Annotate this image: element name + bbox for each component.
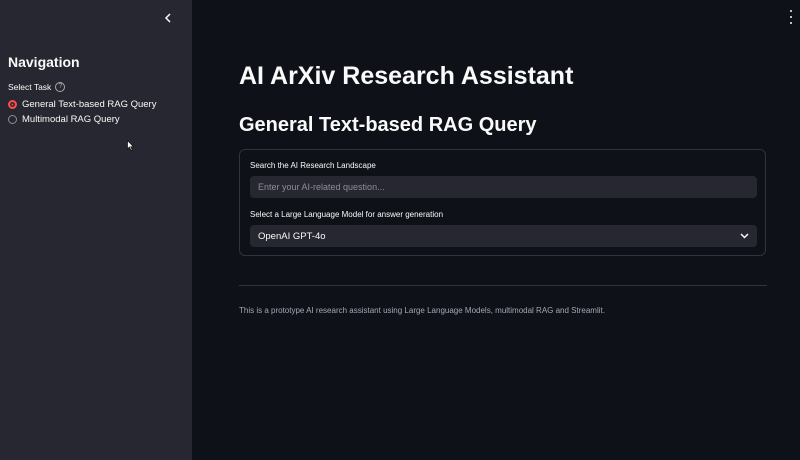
sidebar-title: Navigation [8, 54, 80, 70]
collapse-sidebar-button[interactable] [160, 10, 176, 26]
chevron-left-icon [164, 13, 171, 23]
task-select-label: Select Task ? [8, 82, 66, 92]
divider [239, 285, 767, 286]
model-select-label: Select a Large Language Model for answer… [250, 210, 444, 219]
menu-dot-icon [790, 16, 792, 18]
search-label: Search the AI Research Landscape [250, 161, 376, 170]
radio-label: General Text-based RAG Query [22, 99, 157, 110]
radio-option-text-rag[interactable]: General Text-based RAG Query [8, 99, 156, 110]
mouse-cursor-icon [127, 140, 135, 151]
page-title: AI ArXiv Research Assistant [239, 62, 574, 90]
menu-dot-icon [790, 22, 792, 24]
model-select-dropdown[interactable]: OpenAI GPT-4o [250, 225, 757, 247]
chevron-down-icon [740, 233, 749, 239]
search-input[interactable] [250, 176, 757, 198]
page-subtitle: General Text-based RAG Query [239, 114, 537, 136]
radio-option-multimodal-rag[interactable]: Multimodal RAG Query [8, 114, 120, 125]
footer-text: This is a prototype AI research assistan… [239, 306, 605, 315]
menu-dot-icon [790, 10, 792, 12]
task-label-text: Select Task [8, 82, 52, 92]
radio-unselected-icon[interactable] [8, 115, 17, 124]
query-form: Search the AI Research Landscape Select … [239, 149, 766, 256]
radio-label: Multimodal RAG Query [22, 114, 120, 125]
sidebar: Navigation Select Task ? General Text-ba… [0, 0, 192, 460]
question-circle-icon[interactable]: ? [55, 82, 66, 92]
main-menu-button[interactable] [788, 10, 794, 24]
radio-selected-icon[interactable] [8, 100, 17, 109]
model-select-value: OpenAI GPT-4o [258, 230, 326, 242]
